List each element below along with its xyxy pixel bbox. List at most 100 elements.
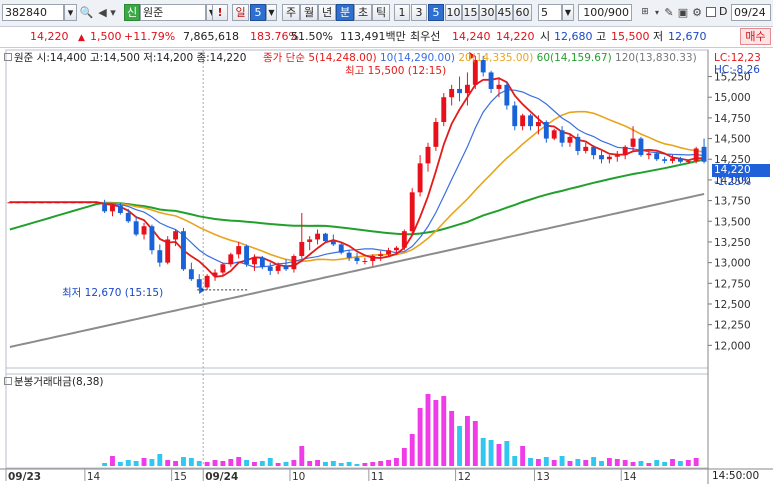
candle-body bbox=[188, 269, 194, 280]
chart-area[interactable]: 15,250 15,000 14,750 14,500 14,250 14,000 13,7… bbox=[0, 48, 773, 485]
minute-45-button[interactable]: 45 bbox=[496, 4, 513, 21]
volume-bar bbox=[685, 460, 691, 466]
candle-body bbox=[149, 226, 155, 251]
volume-bar bbox=[370, 462, 376, 466]
date-checkbox[interactable] bbox=[706, 7, 716, 17]
volume-bar bbox=[346, 462, 352, 466]
high-annotation: 최고 15,500 (12:15) bbox=[345, 65, 447, 77]
minute-5-button[interactable]: 5 bbox=[428, 4, 444, 21]
candle-body bbox=[204, 275, 210, 288]
minute-15-button[interactable]: 15 bbox=[462, 4, 479, 21]
candle-body bbox=[362, 260, 368, 262]
chevron-down-icon[interactable]: ▾ bbox=[652, 4, 662, 21]
volume-bar bbox=[228, 459, 234, 466]
candle-body bbox=[520, 115, 526, 127]
candle-body bbox=[181, 231, 186, 270]
open-label: 시 bbox=[540, 30, 551, 43]
volume-bar bbox=[630, 462, 636, 466]
candle-body bbox=[338, 244, 344, 253]
period-minute-button[interactable]: 분 bbox=[336, 4, 354, 21]
trade-amount: 113,491백만 bbox=[340, 30, 406, 43]
alert-button[interactable]: ! bbox=[212, 4, 228, 21]
tools-icon[interactable]: ✎ bbox=[662, 4, 676, 21]
minute-1-button[interactable]: 1 bbox=[394, 4, 410, 21]
chevron-down-icon: ▾ bbox=[67, 6, 74, 19]
candle-body bbox=[378, 254, 384, 257]
date-input[interactable]: 09/24 bbox=[731, 4, 771, 21]
volume-bar bbox=[157, 454, 163, 466]
candle-body bbox=[441, 97, 447, 123]
period-tick-button[interactable]: 틱 bbox=[372, 4, 390, 21]
time-tick-label: 09/24 bbox=[205, 471, 238, 483]
minute-3-button[interactable]: 3 bbox=[411, 4, 427, 21]
up-arrow-icon: ▲ bbox=[78, 33, 85, 43]
settings-icon[interactable]: ⚙ bbox=[690, 4, 704, 21]
period-month-button[interactable]: 월 bbox=[300, 4, 318, 21]
search-icon[interactable]: 🔍 bbox=[79, 4, 94, 21]
interval-input[interactable]: 5 bbox=[538, 4, 562, 21]
candle-body bbox=[701, 146, 707, 162]
ma-title: 종가 단순 bbox=[263, 52, 305, 64]
ma120-legend: 120(13,830.33) bbox=[615, 52, 697, 64]
current-price: 14,220 bbox=[30, 30, 69, 43]
candle-body bbox=[425, 146, 431, 164]
period-dropdown[interactable]: ▼ bbox=[266, 4, 277, 21]
volume-bar bbox=[693, 458, 699, 466]
period-day-button[interactable]: 일 bbox=[232, 4, 249, 21]
candle-body bbox=[315, 233, 321, 240]
volume-bar bbox=[259, 461, 265, 466]
indicator-settings-icon[interactable]: ⊞ bbox=[638, 4, 652, 21]
toolbar: 382840 ▾ 🔍 ◀ ▾ 신 원준 ▼ ! 일 5 ▼ 주 월 년 분 초 … bbox=[0, 0, 773, 27]
minute-30-button[interactable]: 30 bbox=[479, 4, 496, 21]
candle-body bbox=[275, 265, 281, 271]
volume-bar bbox=[252, 462, 257, 466]
interval-dropdown[interactable]: ▼ bbox=[562, 4, 574, 21]
candle-body bbox=[15, 202, 21, 204]
volume-bar bbox=[472, 421, 478, 466]
candle-body bbox=[23, 202, 29, 204]
quote-info-bar: 14,220 ▲ 1,500 +11.79% 7,865,618 183.76%… bbox=[0, 27, 773, 48]
volume-bar bbox=[567, 461, 573, 466]
volume-bar bbox=[291, 460, 297, 466]
stock-code-dropdown[interactable]: ▾ bbox=[64, 4, 77, 21]
candle-body bbox=[417, 163, 423, 193]
volume-bar bbox=[504, 441, 510, 466]
candle-body bbox=[543, 122, 549, 139]
volume-bar bbox=[662, 462, 668, 466]
candle-body bbox=[685, 160, 691, 162]
candle-body bbox=[622, 146, 628, 156]
stock-name-field[interactable]: 원준 bbox=[140, 4, 206, 21]
minute-10-button[interactable]: 10 bbox=[445, 4, 462, 21]
triangle-down-icon: ▼ bbox=[564, 8, 572, 17]
candle-body bbox=[401, 231, 407, 248]
period-number-button[interactable]: 5 bbox=[250, 4, 266, 21]
minute-60-button[interactable]: 60 bbox=[513, 4, 532, 21]
candle-body bbox=[535, 122, 541, 127]
volume-bar bbox=[330, 461, 336, 466]
volume-bar bbox=[393, 458, 399, 466]
candle-body bbox=[78, 202, 84, 204]
volume-bar bbox=[125, 460, 131, 466]
price-tick-label: 13,000 bbox=[714, 258, 751, 270]
volume-bar bbox=[173, 461, 179, 466]
chevron-down-icon[interactable]: ▾ bbox=[108, 4, 118, 21]
period-year-button[interactable]: 년 bbox=[318, 4, 336, 21]
stock-code-input[interactable]: 382840 bbox=[2, 4, 64, 21]
count-display[interactable]: 100/900 bbox=[578, 4, 632, 21]
candle-body bbox=[54, 202, 60, 204]
candle-body bbox=[291, 256, 297, 270]
buy-button[interactable]: 매수 bbox=[740, 28, 771, 45]
candle-body bbox=[386, 250, 391, 255]
period-second-button[interactable]: 초 bbox=[354, 4, 372, 21]
candle-body bbox=[638, 138, 644, 156]
volume-bar bbox=[480, 438, 486, 466]
save-icon[interactable]: ▣ bbox=[676, 4, 690, 21]
volume-bar bbox=[575, 459, 581, 466]
change-percent: +11.79% bbox=[124, 30, 176, 43]
candle-body bbox=[267, 266, 273, 271]
volume-bar bbox=[417, 408, 423, 466]
candle-body bbox=[449, 88, 455, 98]
period-week-button[interactable]: 주 bbox=[282, 4, 300, 21]
candle-body bbox=[599, 155, 604, 160]
price-chart-svg: 15,25015,00014,75014,50014,25014,00013,7… bbox=[0, 49, 773, 484]
